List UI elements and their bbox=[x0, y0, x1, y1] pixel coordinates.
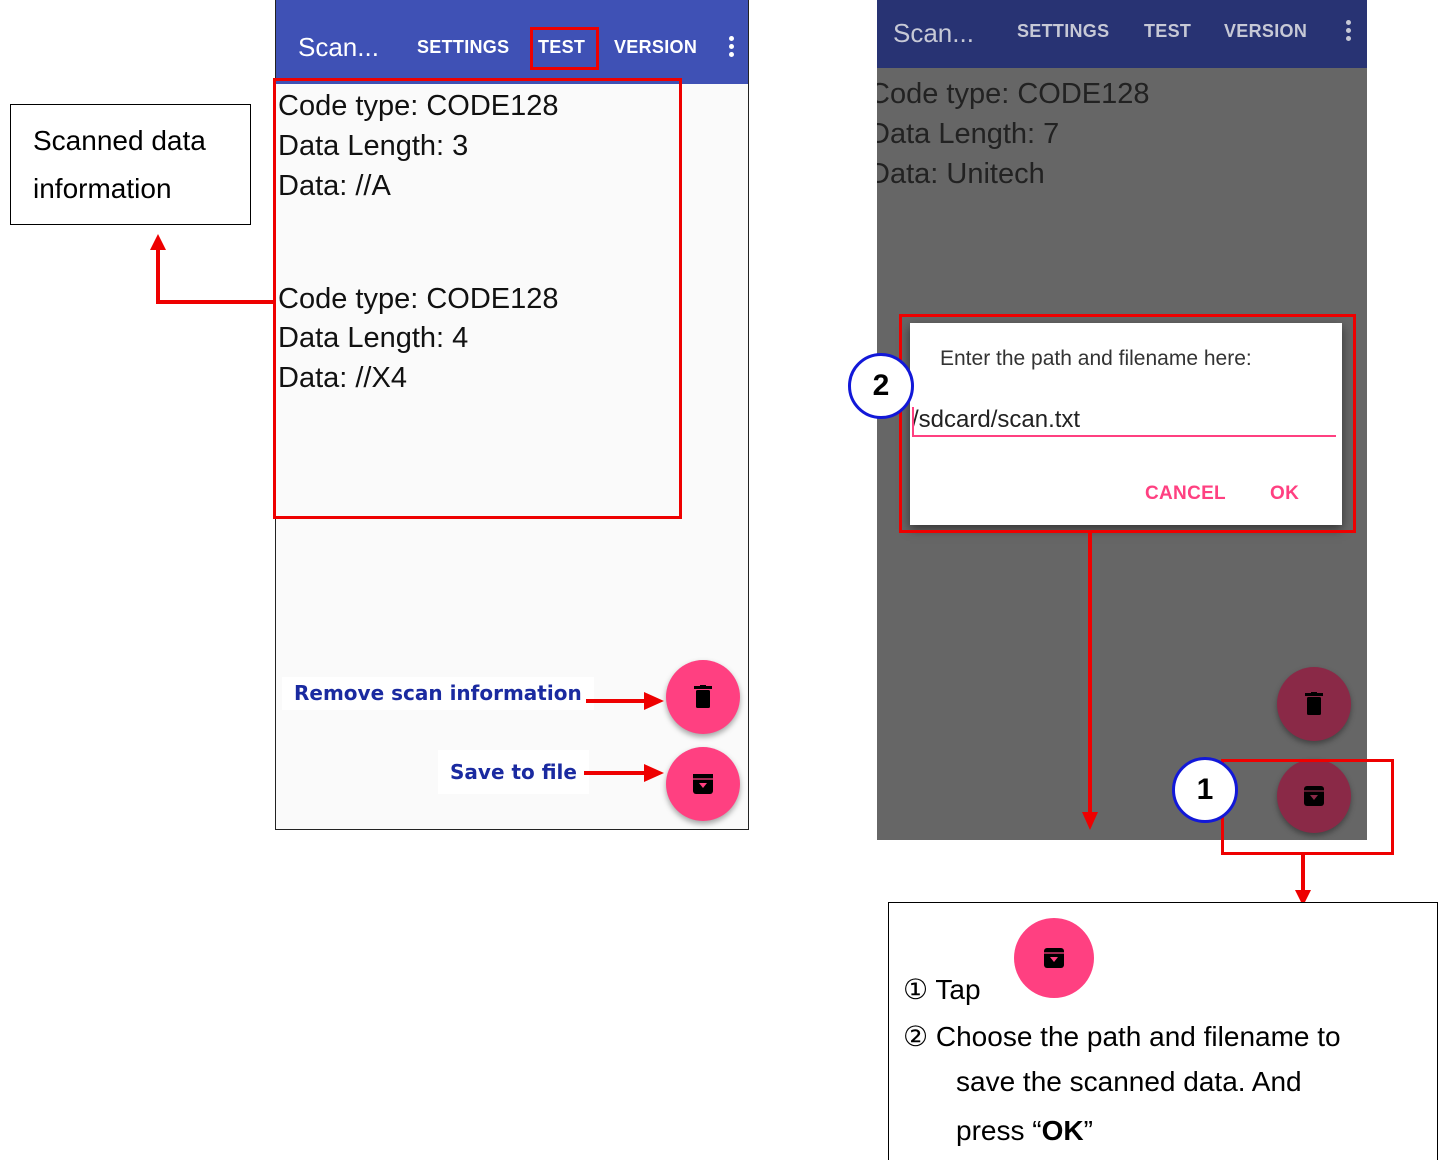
instruction-step-1: ① Tap bbox=[903, 974, 981, 1005]
instruction-press-prefix: press “ bbox=[956, 1115, 1042, 1146]
instruction-step-2-line3: press “OK” bbox=[956, 1115, 1093, 1147]
instructions-box: ① Tap ② Choose the path and filename to … bbox=[888, 902, 1438, 1160]
save-to-file-icon-sample bbox=[1014, 918, 1094, 998]
instruction-step-2-line1: ② Choose the path and filename to bbox=[903, 1021, 1341, 1052]
instruction-press-suffix: ” bbox=[1083, 1115, 1093, 1146]
instruction-step-2-line2: save the scanned data. And bbox=[956, 1066, 1302, 1097]
instruction-ok-bold: OK bbox=[1041, 1115, 1084, 1146]
archive-icon bbox=[1044, 948, 1064, 968]
